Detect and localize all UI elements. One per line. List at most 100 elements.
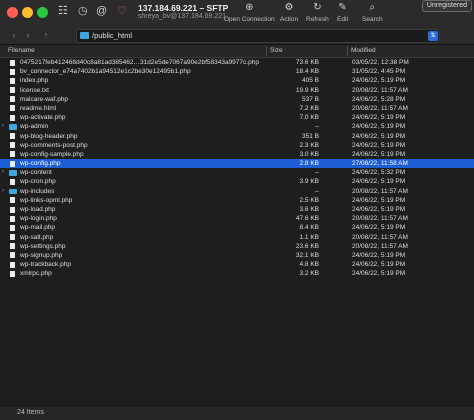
file-list: 0475217feb412468d40c8a81ad385462…31d2e5d… — [0, 58, 474, 279]
file-icon — [10, 206, 15, 213]
file-row[interactable]: wp-activate.php 7.0 KB 24/06/22, 5:19 PM — [0, 113, 474, 122]
file-name: bv_connector_e74a7402b1a94512e1c2be30e12… — [20, 68, 191, 76]
file-modified: 20/08/22, 11:57 AM — [352, 233, 408, 241]
file-row[interactable]: wp-config.php 2.8 KB 27/08/22, 11:58 AM — [0, 159, 474, 169]
file-icon — [10, 270, 15, 277]
file-row[interactable]: wp-load.php 3.6 KB 24/06/22, 5:19 PM — [0, 205, 474, 214]
file-row[interactable]: license.txt 19.9 KB 20/08/22, 11:57 AM — [0, 86, 474, 95]
file-name: wp-comments-post.php — [20, 141, 88, 149]
bookmarks-toggle-icon[interactable]: ☷ — [58, 5, 68, 17]
file-name: malcare-waf.php — [20, 95, 69, 103]
file-row[interactable]: 0475217feb412468d40c8a81ad385462…31d2e5d… — [0, 58, 474, 67]
file-name: wp-settings.php — [20, 242, 66, 250]
path-dropdown[interactable]: /public_html ⇅ — [76, 29, 440, 43]
file-row[interactable]: wp-settings.php 23.6 KB 20/08/22, 11:57 AM — [0, 242, 474, 251]
file-row[interactable]: › wp-includes -- 20/08/22, 11:57 AM — [0, 187, 474, 196]
file-modified: 20/08/22, 11:57 AM — [352, 215, 408, 223]
disclosure-chevron-icon[interactable]: › — [2, 187, 4, 196]
action-label: Action — [280, 16, 299, 23]
server-heart-icon[interactable]: ♡ — [117, 5, 127, 17]
file-icon — [10, 68, 15, 75]
up-arrow-icon[interactable]: ↑ — [40, 29, 52, 41]
file-size: 3.0 KB — [299, 150, 319, 158]
chevron-updown-icon[interactable]: ⇅ — [428, 31, 438, 41]
disclosure-chevron-icon[interactable]: › — [2, 168, 4, 177]
file-name: wp-admin — [20, 123, 49, 131]
column-divider[interactable] — [347, 46, 348, 56]
file-modified: 31/05/22, 4:45 PM — [352, 68, 406, 76]
file-size: 2.8 KB — [299, 160, 319, 168]
file-size: -- — [314, 169, 319, 177]
file-row[interactable]: wp-trackback.php 4.8 KB 24/06/22, 5:19 PM — [0, 260, 474, 269]
file-row[interactable]: bv_connector_e74a7402b1a94512e1c2be30e12… — [0, 67, 474, 76]
file-row[interactable]: wp-config-sample.php 3.0 KB 24/06/22, 5:19… — [0, 150, 474, 159]
file-size: 32.1 KB — [295, 251, 319, 259]
file-modified: 24/06/22, 5:19 PM — [352, 261, 406, 269]
file-size: 4.8 KB — [299, 261, 319, 269]
file-name: wp-trackback.php — [20, 261, 71, 269]
minimize-window-button[interactable] — [22, 7, 33, 18]
filename-column-header[interactable]: Filename — [8, 47, 35, 54]
search-icon: ⌕ — [369, 2, 376, 13]
file-name: wp-links-opml.php — [20, 196, 73, 204]
file-modified: 20/08/22, 11:57 AM — [352, 104, 408, 112]
unregistered-badge[interactable]: Unregistered — [421, 0, 472, 12]
window-subtitle: shreya_bv@137.184.69.221 — [138, 13, 227, 20]
file-modified: 24/06/22, 5:19 PM — [352, 178, 406, 186]
file-name: wp-content — [20, 169, 52, 177]
file-name: wp-signup.php — [20, 251, 63, 259]
search-button[interactable]: ⌕ Search — [362, 2, 383, 23]
file-row[interactable]: xmlrpc.php 3.2 KB 24/06/22, 5:19 PM — [0, 269, 474, 278]
forward-arrow-icon[interactable]: › — [22, 29, 34, 41]
file-row[interactable]: readme.html 7.2 KB 20/08/22, 11:57 AM — [0, 104, 474, 113]
size-column-header[interactable]: Size — [270, 47, 283, 54]
file-icon — [10, 87, 15, 94]
file-row[interactable]: › wp-admin -- 24/06/22, 5:19 PM — [0, 122, 474, 131]
file-size: 3.2 KB — [299, 270, 319, 278]
file-icon — [10, 261, 15, 268]
file-size: 7.2 KB — [299, 104, 319, 112]
file-size: 2.5 KB — [299, 196, 319, 204]
edit-button[interactable]: ✎ Edit — [337, 2, 348, 23]
file-row[interactable]: wp-cron.php 3.9 KB 24/06/22, 5:19 PM — [0, 177, 474, 186]
file-row[interactable]: wp-blog-header.php 351 B 24/06/22, 5:19 PM — [0, 132, 474, 141]
file-row[interactable]: › wp-content -- 24/06/22, 5:32 PM — [0, 168, 474, 177]
file-size: 7.0 KB — [299, 114, 319, 122]
file-name: index.php — [20, 77, 49, 85]
path-bar: ‹ › ↑ /public_html ⇅ — [0, 27, 474, 45]
file-size: 18.4 KB — [295, 68, 319, 76]
refresh-button[interactable]: ↻ Refresh — [306, 2, 329, 23]
file-row[interactable]: wp-links-opml.php 2.5 KB 24/06/22, 5:19 PM — [0, 196, 474, 205]
file-name: wp-activate.php — [20, 114, 66, 122]
file-size: 2.3 KB — [299, 141, 319, 149]
zoom-window-button[interactable] — [37, 7, 48, 18]
file-icon — [10, 133, 15, 139]
refresh-icon: ↻ — [313, 2, 322, 13]
file-icon — [10, 224, 15, 231]
file-modified: 24/06/22, 5:19 PM — [352, 224, 406, 232]
bonjour-icon[interactable]: @ — [96, 5, 107, 17]
file-name: xmlrpc.php — [20, 270, 52, 278]
file-row[interactable]: wp-comments-post.php 2.3 KB 24/06/22, 5:19… — [0, 141, 474, 150]
file-icon — [10, 105, 15, 112]
close-window-button[interactable] — [7, 7, 18, 18]
file-row[interactable]: wp-salt.php 1.1 KB 20/08/22, 11:57 AM — [0, 233, 474, 242]
file-modified: 24/06/22, 5:19 PM — [352, 206, 406, 213]
modified-column-header[interactable]: Modified — [351, 47, 376, 54]
file-row[interactable]: malcare-waf.php 537 B 24/06/22, 5:28 PM — [0, 95, 474, 104]
file-size: 1.1 KB — [299, 233, 319, 241]
file-row[interactable]: index.php 405 B 24/06/22, 5:19 PM — [0, 76, 474, 85]
action-button[interactable]: ⚙ Action — [280, 2, 298, 23]
history-icon[interactable]: ◷ — [78, 5, 88, 17]
open-connection-button[interactable]: ⊕ Open Connection — [224, 2, 275, 23]
column-divider[interactable] — [266, 46, 267, 56]
file-modified: 20/08/22, 11:57 AM — [352, 242, 408, 250]
file-size: 23.6 KB — [295, 242, 319, 250]
sftp-window: ☷ ◷ @ ♡ 137.184.69.221 – SFTP shreya_bv@… — [0, 0, 474, 420]
file-row[interactable]: wp-mail.php 8.4 KB 24/06/22, 5:19 PM — [0, 223, 474, 232]
disclosure-chevron-icon[interactable]: › — [2, 122, 4, 131]
back-arrow-icon[interactable]: ‹ — [8, 29, 20, 41]
file-row[interactable]: wp-login.php 47.6 KB 20/08/22, 11:57 AM — [0, 214, 474, 223]
file-size: -- — [314, 123, 319, 131]
file-row[interactable]: wp-signup.php 32.1 KB 24/06/22, 5:19 PM — [0, 251, 474, 260]
